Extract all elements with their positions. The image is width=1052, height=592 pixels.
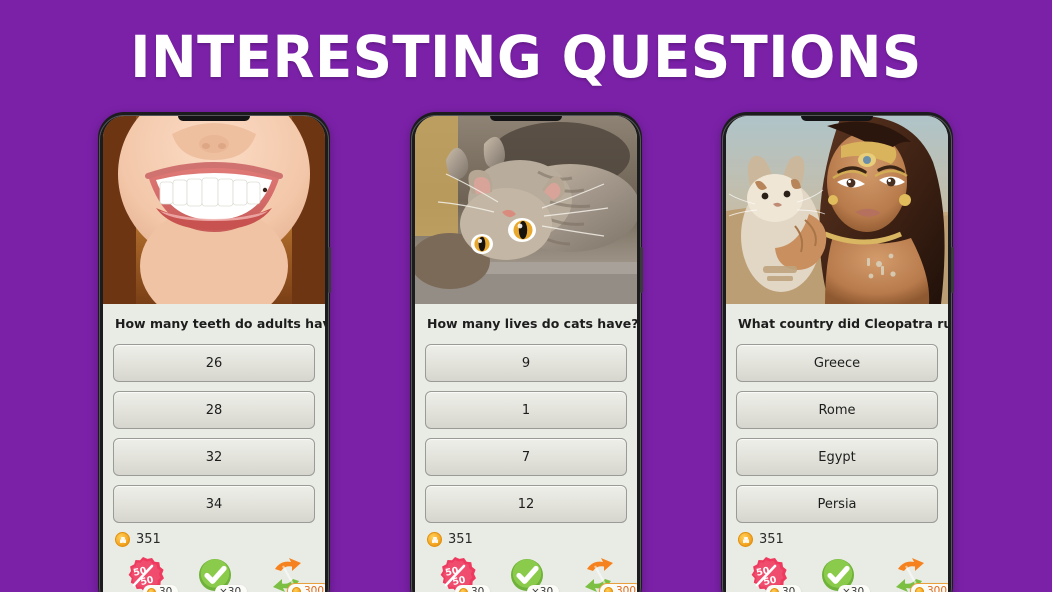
answer-option-1[interactable]: Greece [736,344,938,382]
powerup-cost-value: 300 [304,585,325,592]
phone-mockups-row: How many teeth do adults have? 26 28 32 … [0,0,1052,592]
powerup-cost-badge-300: 300 [910,583,948,592]
phone-mockup-3: What country did Cleopatra rule? Greece … [721,112,954,592]
phone-screen-1: How many teeth do adults have? 26 28 32 … [103,116,325,592]
powerup-correct-answer[interactable]: ×30 [505,553,560,592]
powerup-cost-value: 30 [782,586,796,592]
answer-list-1: 26 28 32 34 [113,344,315,523]
question-photo-1 [103,116,325,304]
answer-option-4[interactable]: Persia [736,485,938,523]
question-photo-3 [726,116,948,304]
question-text: How many teeth do adults have? [115,316,325,331]
coin-amount: 351 [448,532,473,547]
question-panel-3: What country did Cleopatra rule? Greece … [726,304,948,523]
coin-icon-small [915,586,924,592]
question-panel-1: How many teeth do adults have? 26 28 32 … [103,304,325,523]
phone-side-button[interactable] [328,247,331,293]
powerup-cost-badge-300: 300 [287,583,325,592]
coin-amount: 351 [759,532,784,547]
answer-option-3[interactable]: 32 [113,438,315,476]
phone-notch-icon [178,116,250,121]
answer-option-2[interactable]: 1 [425,391,627,429]
powerup-count-value: ×30 [842,586,865,592]
answer-option-1[interactable]: 26 [113,344,315,382]
coin-icon [427,532,442,547]
powerup-count-value: ×30 [219,586,242,592]
powerup-fifty-fifty[interactable]: 50 50 30 [121,553,179,592]
phone-side-button[interactable] [640,247,643,293]
bottom-bar-2: 351 50 50 30 ×30 300 [415,523,637,592]
answer-list-3: Greece Rome Egypt Persia [736,344,938,523]
answer-list-2: 9 1 7 12 [425,344,627,523]
powerup-correct-answer[interactable]: ×30 [193,553,248,592]
answer-option-3[interactable]: Egypt [736,438,938,476]
answer-option-4[interactable]: 12 [425,485,627,523]
coin-icon-small [459,587,468,592]
answer-option-2[interactable]: Rome [736,391,938,429]
coin-icon [738,532,753,547]
coin-icon-small [292,586,301,592]
powerup-row-1: 50 50 30 ×30 300 [115,553,325,592]
phone-screen-2: How many lives do cats have? 9 1 7 12 35… [415,116,637,592]
coin-icon-small [604,586,613,592]
powerup-cost-value: 30 [159,586,173,592]
question-panel-2: How many lives do cats have? 9 1 7 12 [415,304,637,523]
bottom-bar-3: 351 50 50 30 ×30 300 [726,523,948,592]
coin-icon [115,532,130,547]
powerup-row-2: 50 50 30 ×30 300 [427,553,637,592]
coin-icon-small [147,587,156,592]
question-text: What country did Cleopatra rule? [738,316,948,331]
powerup-fifty-fifty[interactable]: 50 50 30 [744,553,802,592]
powerup-cost-badge-300: 300 [599,583,637,592]
coin-icon-small [770,587,779,592]
powerup-row-3: 50 50 30 ×30 300 [738,553,948,592]
phone-mockup-1: How many teeth do adults have? 26 28 32 … [98,112,331,592]
powerup-count-badge: ×30 [838,585,871,592]
coin-counter: 351 [427,532,627,547]
phone-side-button[interactable] [951,247,954,293]
powerup-count-badge: ×30 [527,585,560,592]
powerup-count-value: ×30 [531,586,554,592]
coin-amount: 351 [136,532,161,547]
powerup-cost-value: 300 [616,585,637,592]
powerup-cost-badge: 30 [766,585,802,592]
powerup-cost-badge: 30 [455,585,491,592]
phone-notch-icon [801,116,873,121]
powerup-cost-value: 300 [927,585,948,592]
answer-option-1[interactable]: 9 [425,344,627,382]
coin-counter: 351 [738,532,938,547]
answer-option-3[interactable]: 7 [425,438,627,476]
powerup-fifty-fifty[interactable]: 50 50 30 [433,553,491,592]
coin-counter: 351 [115,532,315,547]
bottom-bar-1: 351 50 50 30 ×30 300 [103,523,325,592]
question-photo-2 [415,116,637,304]
answer-option-2[interactable]: 28 [113,391,315,429]
powerup-correct-answer[interactable]: ×30 [816,553,871,592]
powerup-cost-value: 30 [471,586,485,592]
answer-option-4[interactable]: 34 [113,485,315,523]
powerup-count-badge: ×30 [215,585,248,592]
phone-notch-icon [490,116,562,121]
powerup-skip-question[interactable]: 300 [265,553,325,592]
phone-mockup-2: How many lives do cats have? 9 1 7 12 35… [410,112,643,592]
powerup-cost-badge: 30 [143,585,179,592]
powerup-skip-question[interactable]: 300 [577,553,637,592]
phone-screen-3: What country did Cleopatra rule? Greece … [726,116,948,592]
question-text: How many lives do cats have? [427,316,637,331]
powerup-skip-question[interactable]: 300 [888,553,948,592]
